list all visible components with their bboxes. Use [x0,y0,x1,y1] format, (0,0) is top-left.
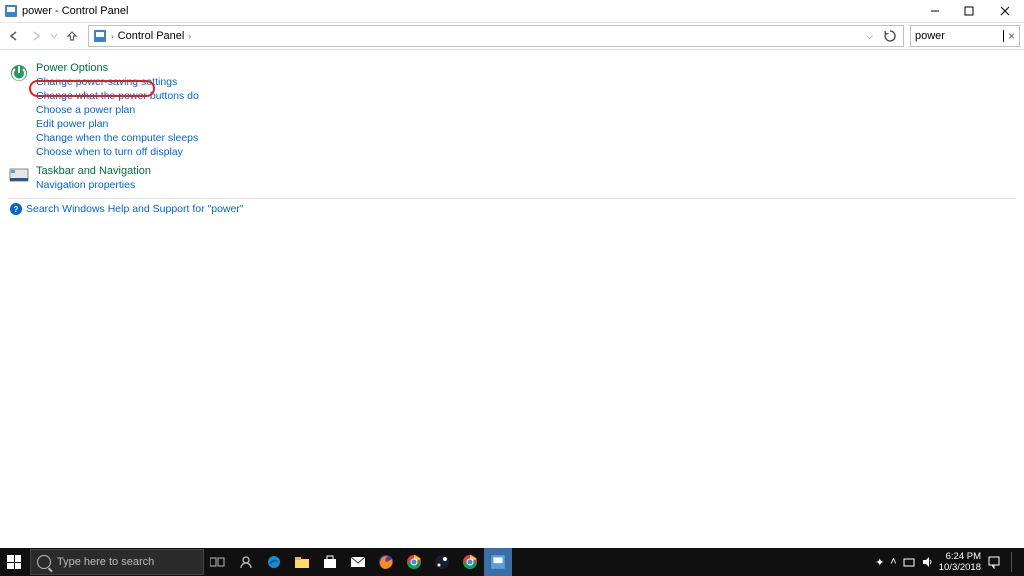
nav-back-button[interactable] [4,26,24,46]
chevron-right-icon: › [111,32,114,41]
help-icon: ? [10,203,22,215]
chevron-right-icon: › [188,32,191,41]
taskbar-search-input[interactable]: Type here to search [30,549,204,575]
clear-search-icon[interactable]: × [1004,29,1015,43]
taskbar-clock[interactable]: 6:24 PM 10/3/2018 [939,551,981,573]
link-choose-a-power-plan[interactable]: Choose a power plan [36,103,199,117]
window-title: power - Control Panel [22,5,918,17]
tray-overflow-icon[interactable]: ˄ [890,556,896,568]
people-button[interactable] [232,548,260,576]
control-panel-glyph-icon [93,29,107,43]
help-text: Search Windows Help and Support for "pow… [26,203,244,215]
taskbar-app-edge[interactable] [260,548,288,576]
taskbar-app-mail[interactable] [344,548,372,576]
cortana-search-icon [37,555,51,569]
link-change-power-saving-settings[interactable]: Change power-saving settings [36,75,199,89]
divider [8,198,1016,199]
taskbar-search-placeholder: Type here to search [57,556,154,568]
taskbar-app-steam[interactable] [428,548,456,576]
breadcrumb-control-panel[interactable]: Control Panel [118,30,185,42]
taskbar-app-file-explorer[interactable] [288,548,316,576]
search-value: power [915,30,1002,42]
windows-logo-icon [7,555,21,569]
help-search-link[interactable]: ? Search Windows Help and Support for "p… [10,203,1016,215]
tray-volume-icon[interactable] [921,556,933,568]
control-panel-icon [4,4,18,18]
taskbar-nav-title[interactable]: Taskbar and Navigation [36,165,151,177]
taskbar-navigation-category: Taskbar and Navigation Navigation proper… [8,165,1016,192]
taskbar-app-store[interactable] [316,548,344,576]
close-button[interactable] [986,0,1024,22]
nav-up-button[interactable] [62,26,82,46]
system-tray: ✦ ˄ 6:24 PM 10/3/2018 [869,551,1024,573]
tray-network-icon[interactable] [903,556,915,568]
start-button[interactable] [0,548,28,576]
window-controls [918,0,1024,22]
navigation-bar: › Control Panel › ⌵ power × [0,23,1024,50]
task-view-button[interactable] [204,548,232,576]
power-options-icon [8,62,30,84]
taskbar-nav-icon [8,165,30,187]
show-desktop-button[interactable] [1011,552,1018,572]
power-options-title[interactable]: Power Options [36,62,199,74]
taskbar-app-chrome-2[interactable] [456,548,484,576]
notifications-button[interactable] [987,555,1001,569]
link-navigation-properties[interactable]: Navigation properties [36,178,151,192]
maximize-button[interactable] [952,0,986,22]
minimize-button[interactable] [918,0,952,22]
nav-recent-dropdown[interactable] [48,26,60,46]
windows-taskbar: Type here to search [0,548,1024,576]
link-change-what-power-buttons-do[interactable]: Change what the power buttons do [36,89,199,103]
taskbar-app-control-panel[interactable] [484,548,512,576]
address-bar[interactable]: › Control Panel › ⌵ [88,25,904,47]
link-choose-when-turn-off-display[interactable]: Choose when to turn off display [36,145,199,159]
results-content: Power Options Change power-saving settin… [0,50,1024,221]
window-titlebar: power - Control Panel [0,0,1024,23]
taskbar-app-firefox[interactable] [372,548,400,576]
taskbar-app-chrome[interactable] [400,548,428,576]
search-input[interactable]: power × [910,25,1020,47]
taskbar-pinned-apps [204,548,512,576]
link-change-when-computer-sleeps[interactable]: Change when the computer sleeps [36,131,199,145]
tray-app-icon[interactable]: ✦ [875,556,884,569]
tray-date: 10/3/2018 [939,562,981,573]
power-options-category: Power Options Change power-saving settin… [8,62,1016,159]
address-dropdown-icon[interactable]: ⌵ [862,31,877,42]
link-edit-power-plan[interactable]: Edit power plan [36,117,199,131]
refresh-button[interactable] [881,27,899,45]
nav-forward-button[interactable] [26,26,46,46]
tray-time: 6:24 PM [939,551,981,562]
